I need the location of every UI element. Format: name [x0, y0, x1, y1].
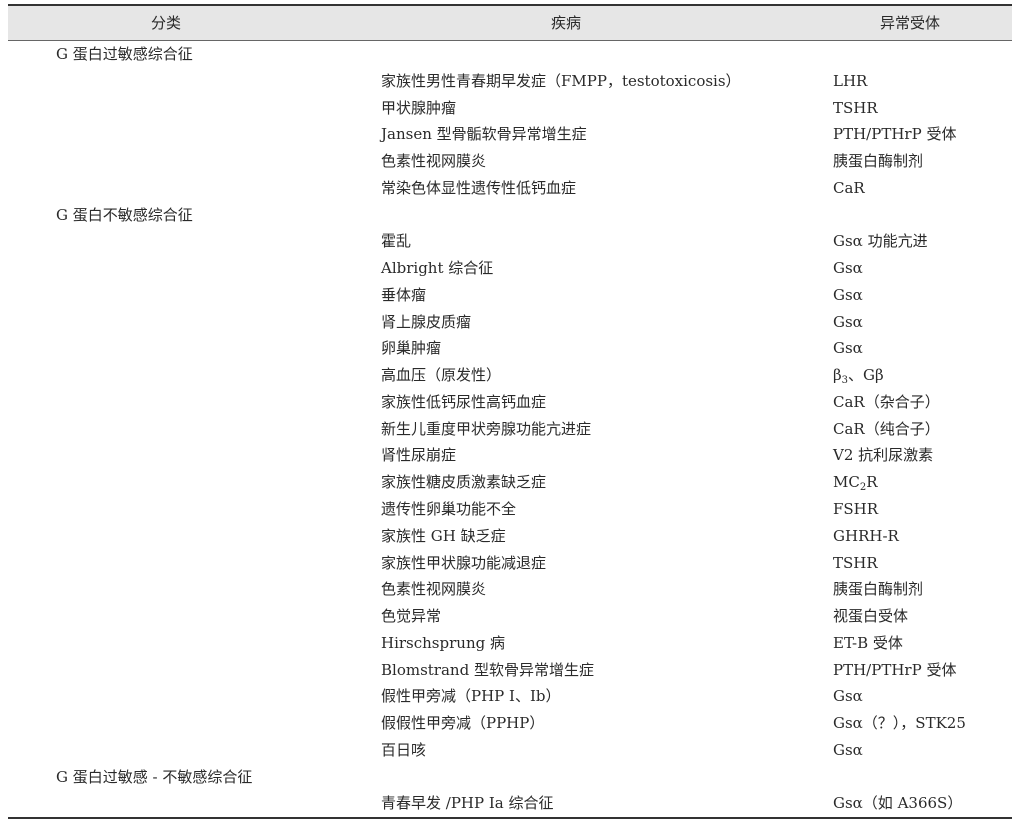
receptor-tail: 、Gβ: [848, 366, 884, 385]
disease-cell: 家族性男性青春期早发症（FMPP，testotoxicosis）: [381, 71, 741, 90]
table-row: 甲状腺肿瘤 TSHR: [8, 95, 1012, 122]
disease-cell: 色素性视网膜炎: [381, 580, 487, 599]
table-row: 垂体瘤 Gsα: [8, 282, 1012, 309]
table-row: 肾上腺皮质瘤 Gsα: [8, 309, 1012, 336]
table-row: Jansen 型骨骺软骨异常增生症 PTH/PTHrP 受体: [8, 121, 1012, 148]
disease-cell: 常染色体显性遗传性低钙血症: [381, 178, 577, 197]
disease-cell: 卵巢肿瘤: [381, 339, 442, 358]
receptor-cell: LHR: [833, 71, 868, 90]
disease-cell: 甲状腺肿瘤: [381, 98, 457, 117]
disease-cell: Albright 综合征: [381, 259, 494, 278]
receptor-cell: Gsα: [833, 259, 863, 278]
group-title: G 蛋白不敏感综合征: [56, 205, 193, 224]
table-header: 分类 疾病 异常受体: [8, 6, 1012, 41]
table-row: Blomstrand 型软骨异常增生症 PTH/PTHrP 受体: [8, 657, 1012, 684]
receptor-cell: CaR（纯合子）: [833, 419, 940, 438]
table-row: 色素性视网膜炎 胰蛋白酶制剂: [8, 576, 1012, 603]
disease-cell: 色素性视网膜炎: [381, 152, 487, 171]
receptor-main: MC: [833, 473, 860, 492]
group-title: G 蛋白过敏感 - 不敏感综合征: [56, 767, 253, 786]
receptor-cell: Gsα: [833, 312, 863, 331]
disease-cell: 家族性糖皮质激素缺乏症: [381, 473, 547, 492]
disease-cell: 色觉异常: [381, 607, 442, 626]
disease-cell: 高血压（原发性）: [381, 366, 502, 385]
receptor-cell: MC2R: [833, 469, 878, 496]
disease-cell: 假假性甲旁减（PPHP）: [381, 714, 545, 733]
receptor-cell: 胰蛋白酶制剂: [833, 152, 924, 171]
receptor-cell: Gsα: [833, 339, 863, 358]
table-row: 霍乱 Gsα 功能亢进: [8, 228, 1012, 255]
receptor-cell: ET-B 受体: [833, 633, 903, 652]
receptor-cell: 视蛋白受体: [833, 607, 909, 626]
disease-cell: 家族性低钙尿性高钙血症: [381, 392, 547, 411]
table-row: 家族性男性青春期早发症（FMPP，testotoxicosis） LHR: [8, 68, 1012, 95]
table-row: 卵巢肿瘤 Gsα: [8, 335, 1012, 362]
table-row: 常染色体显性遗传性低钙血症 CaR: [8, 175, 1012, 202]
disease-cell: 肾上腺皮质瘤: [381, 312, 472, 331]
receptor-cell: PTH/PTHrP 受体: [833, 660, 957, 679]
disease-cell: Hirschsprung 病: [381, 633, 505, 652]
receptor-cell: β3、Gβ: [833, 362, 884, 389]
table-row: 高血压（原发性） β3、Gβ: [8, 362, 1012, 389]
group-row: G 蛋白过敏感 - 不敏感综合征: [8, 764, 1012, 791]
disease-cell: 家族性甲状腺功能减退症: [381, 553, 547, 572]
table-row: 家族性低钙尿性高钙血症 CaR（杂合子）: [8, 389, 1012, 416]
table-row: 家族性糖皮质激素缺乏症 MC2R: [8, 469, 1012, 496]
group-row: G 蛋白过敏感综合征: [8, 41, 1012, 68]
disease-cell: 假性甲旁减（PHP Ⅰ、Ⅰb）: [381, 687, 561, 706]
receptor-cell: CaR: [833, 178, 865, 197]
table-row: 假性甲旁减（PHP Ⅰ、Ⅰb） Gsα: [8, 683, 1012, 710]
table-row: 家族性甲状腺功能减退症 TSHR: [8, 550, 1012, 577]
receptor-table: 分类 疾病 异常受体 G 蛋白过敏感综合征 家族性男性青春期早发症（FMPP，t…: [8, 4, 1012, 819]
receptor-cell: GHRH-R: [833, 526, 899, 545]
receptor-cell: Gsα: [833, 740, 863, 759]
disease-cell: 肾性尿崩症: [381, 446, 457, 465]
header-disease: 疾病: [550, 14, 581, 32]
disease-cell: 霍乱: [381, 232, 412, 251]
table-row: 色素性视网膜炎 胰蛋白酶制剂: [8, 148, 1012, 175]
header-category: 分类: [150, 14, 181, 32]
disease-cell: 百日咳: [381, 740, 427, 759]
group-row: G 蛋白不敏感综合征: [8, 202, 1012, 229]
table-row: Albright 综合征 Gsα: [8, 255, 1012, 282]
table-row: 百日咳 Gsα: [8, 737, 1012, 764]
group-title: G 蛋白过敏感综合征: [56, 45, 193, 63]
table-row: Hirschsprung 病 ET-B 受体: [8, 630, 1012, 657]
table-row: 青春早发 /PHP Ⅰa 综合征 Gsα（如 A366S）: [8, 790, 1012, 817]
receptor-tail: R: [866, 473, 878, 492]
disease-cell: 家族性 GH 缺乏症: [381, 526, 506, 545]
disease-cell: Blomstrand 型软骨异常增生症: [381, 660, 594, 679]
receptor-cell: Gsα: [833, 687, 863, 706]
table-row: 家族性 GH 缺乏症 GHRH-R: [8, 523, 1012, 550]
receptor-cell: Gsα: [833, 285, 863, 304]
table-row: 色觉异常 视蛋白受体: [8, 603, 1012, 630]
disease-cell: 新生儿重度甲状旁腺功能亢进症: [381, 419, 592, 438]
receptor-cell: 胰蛋白酶制剂: [833, 580, 924, 599]
receptor-cell: Gsα（如 A366S）: [833, 794, 963, 813]
disease-cell: Jansen 型骨骺软骨异常增生症: [381, 125, 587, 144]
disease-cell: 垂体瘤: [381, 285, 427, 304]
disease-cell: 遗传性卵巢功能不全: [381, 500, 517, 519]
disease-cell: 青春早发 /PHP Ⅰa 综合征: [381, 794, 554, 813]
receptor-main: β: [833, 366, 842, 385]
receptor-cell: TSHR: [833, 553, 878, 572]
header-receptor: 异常受体: [879, 14, 940, 32]
receptor-cell: PTH/PTHrP 受体: [833, 125, 957, 144]
receptor-cell: FSHR: [833, 500, 879, 519]
receptor-cell: Gsα 功能亢进: [833, 232, 928, 251]
receptor-cell: TSHR: [833, 98, 878, 117]
receptor-cell: CaR（杂合子）: [833, 392, 940, 411]
table-row: 遗传性卵巢功能不全 FSHR: [8, 496, 1012, 523]
table-row: 新生儿重度甲状旁腺功能亢进症 CaR（纯合子）: [8, 416, 1012, 443]
table-row: 假假性甲旁减（PPHP） Gsα（？），STK25: [8, 710, 1012, 737]
receptor-cell: Gsα（？），STK25: [833, 714, 966, 733]
table-row: 肾性尿崩症 V2 抗利尿激素: [8, 442, 1012, 469]
receptor-cell: V2 抗利尿激素: [833, 446, 934, 465]
